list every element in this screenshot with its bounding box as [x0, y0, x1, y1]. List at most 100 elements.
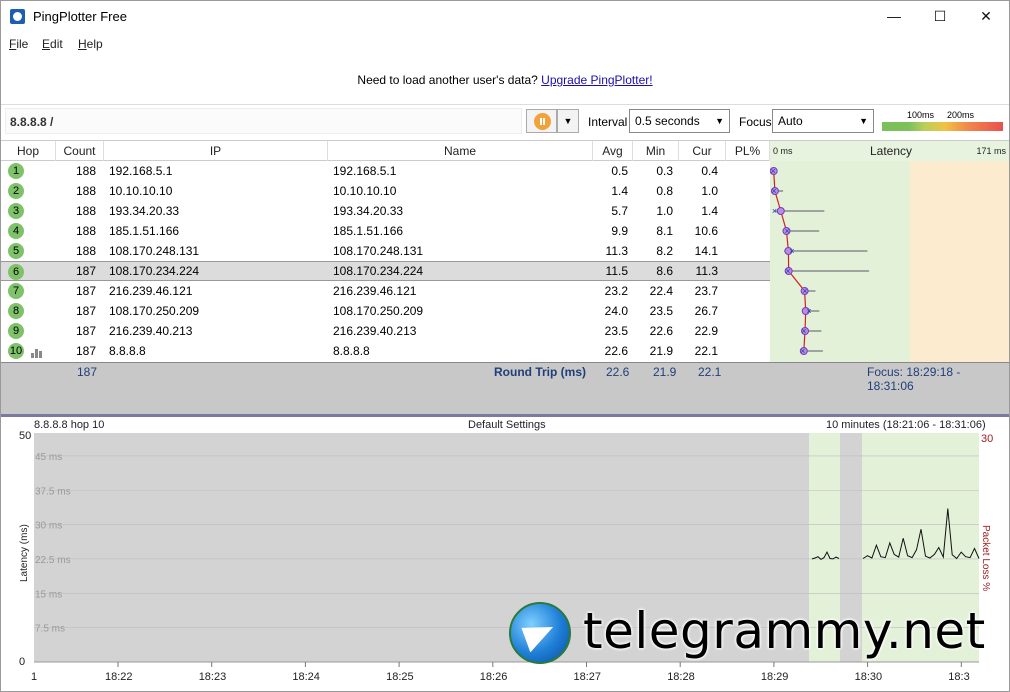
- cell-pl: [726, 161, 765, 181]
- cell-count: 187: [75, 344, 96, 358]
- table-row[interactable]: 7 187 216.239.46.121 216.239.46.121 23.2 22.4…: [1, 281, 770, 301]
- summary-avg: 22.6: [606, 365, 630, 379]
- cell-ip: 216.239.46.121: [109, 284, 193, 298]
- table-row[interactable]: 9 187 216.239.40.213 216.239.40.213 23.5 22.6…: [1, 321, 770, 341]
- cell-ip: 8.8.8.8: [109, 344, 146, 358]
- cell-avg: 9.9: [611, 224, 628, 238]
- cell-pl: [726, 262, 765, 282]
- latency-mini-graph: ××××××××××: [770, 161, 1009, 362]
- latency-color-scale: [882, 122, 1003, 131]
- cell-min: 1.0: [656, 204, 673, 218]
- chevron-down-icon: ▼: [715, 116, 724, 126]
- chevron-down-icon: ▼: [859, 116, 868, 126]
- window-title: PingPlotter Free: [33, 9, 127, 24]
- latency-cur-mark: ×: [784, 226, 789, 236]
- col-name[interactable]: Name: [328, 141, 593, 161]
- table-row[interactable]: 5 188 108.170.248.131 108.170.248.131 11.3 8.…: [1, 241, 770, 261]
- cell-avg: 11.3: [605, 244, 628, 258]
- table-row[interactable]: 3 188 193.34.20.33 193.34.20.33 5.7 1.0 1.4: [1, 201, 770, 221]
- close-button[interactable]: ✕: [963, 1, 1009, 32]
- focus-value: Auto: [778, 114, 803, 128]
- upgrade-banner: Need to load another user's data? Upgrad…: [1, 65, 1009, 95]
- col-cur[interactable]: Cur: [679, 141, 726, 161]
- interval-value: 0.5 seconds: [635, 114, 700, 128]
- cell-cur: 11.3: [695, 264, 718, 278]
- cell-ip: 10.10.10.10: [109, 184, 173, 198]
- hop-number-badge: 10: [8, 343, 24, 359]
- table-row[interactable]: 2 188 10.10.10.10 10.10.10.10 1.4 0.8 1.0: [1, 181, 770, 201]
- cell-count: 188: [75, 224, 96, 238]
- cell-ip: 108.170.248.131: [109, 244, 200, 258]
- latency-cur-mark: ×: [800, 346, 805, 356]
- cell-ip: 192.168.5.1: [109, 164, 173, 178]
- table-row[interactable]: 6 187 108.170.234.224 108.170.234.224 11.5 8.…: [1, 261, 770, 281]
- col-ip[interactable]: IP: [104, 141, 328, 161]
- focus-select[interactable]: Auto ▼: [772, 109, 874, 133]
- y-grid-label: 15 ms: [35, 589, 62, 600]
- graph-range-label: 10 minutes (18:21:06 - 18:31:06): [826, 419, 986, 431]
- menu-edit[interactable]: Edit: [42, 37, 63, 51]
- table-row[interactable]: 10 187 8.8.8.8 8.8.8.8 22.6 21.9 22.1: [1, 341, 770, 361]
- bar-chart-icon[interactable]: [31, 348, 43, 358]
- maximize-button[interactable]: ☐: [917, 1, 963, 32]
- watermark-text: telegrammy.net: [583, 602, 986, 660]
- focus-label: Focus: [739, 115, 772, 129]
- col-min[interactable]: Min: [633, 141, 679, 161]
- y-axis-top: 50: [19, 430, 31, 442]
- latency-cur-mark: ×: [771, 186, 776, 196]
- latency-cur-mark: ×: [802, 286, 807, 296]
- col-avg[interactable]: Avg: [593, 141, 633, 161]
- hop-number-badge: 7: [8, 283, 24, 299]
- cell-name: 216.239.40.213: [333, 324, 417, 338]
- latency-cur-mark: ×: [806, 306, 811, 316]
- col-hop[interactable]: Hop: [1, 141, 56, 161]
- cell-name: 193.34.20.33: [333, 204, 404, 218]
- cell-min: 21.9: [649, 344, 673, 358]
- cell-min: 8.1: [656, 224, 673, 238]
- y-grid-label: 45 ms: [35, 452, 62, 463]
- latency-cur-mark: ×: [801, 326, 806, 336]
- upgrade-link[interactable]: Upgrade PingPlotter!: [541, 73, 652, 87]
- hop-number-badge: 4: [8, 223, 24, 239]
- y-grid-label: 30 ms: [35, 521, 62, 532]
- menu-file[interactable]: File: [9, 37, 28, 51]
- col-pl[interactable]: PL%: [726, 141, 770, 161]
- x-tick-label: 18:30: [855, 671, 883, 683]
- y2-axis-top: 30: [981, 433, 993, 445]
- pause-button[interactable]: [526, 109, 557, 133]
- col-count[interactable]: Count: [56, 141, 104, 161]
- interval-select[interactable]: 0.5 seconds ▼: [629, 109, 730, 133]
- cell-min: 22.6: [649, 324, 673, 338]
- y-axis-label: Latency (ms): [19, 524, 30, 582]
- table-row[interactable]: 8 187 108.170.250.209 108.170.250.209 24.0 23…: [1, 301, 770, 321]
- target-field[interactable]: 8.8.8.8 /: [5, 108, 522, 134]
- summary-focus: Focus: 18:29:18 - 18:31:06: [867, 365, 961, 393]
- cell-name: 192.168.5.1: [333, 164, 397, 178]
- menu-help[interactable]: Help: [78, 37, 103, 51]
- x-start-label: 1: [31, 671, 37, 683]
- y-axis-bottom: 0: [19, 656, 25, 668]
- pause-dropdown-button[interactable]: ▼: [557, 109, 579, 133]
- latency-cur-mark: ×: [785, 266, 790, 276]
- table-row[interactable]: 1 188 192.168.5.1 192.168.5.1 0.5 0.3 0.4: [1, 161, 770, 181]
- cell-avg: 1.4: [611, 184, 628, 198]
- cell-min: 8.6: [656, 264, 673, 278]
- cell-count: 188: [75, 244, 96, 258]
- cell-min: 22.4: [649, 284, 673, 298]
- cell-pl: [726, 201, 765, 221]
- x-tick-label: 18:26: [480, 671, 508, 683]
- app-window: PingPlotter Free — ☐ ✕ File Edit Help Ne…: [0, 0, 1010, 692]
- hop-number-badge: 8: [8, 303, 24, 319]
- summary-count: 187: [77, 365, 98, 379]
- summary-label: Round Trip (ms): [494, 365, 586, 379]
- cell-name: 8.8.8.8: [333, 344, 370, 358]
- table-row[interactable]: 4 188 185.1.51.166 185.1.51.166 9.9 8.1 10.6: [1, 221, 770, 241]
- cell-count: 187: [75, 324, 96, 338]
- cell-min: 8.2: [656, 244, 673, 258]
- summary-bar: 187 Round Trip (ms) 22.6 21.9 22.1 Focus…: [1, 362, 1009, 414]
- x-tick-label: 18:3: [948, 671, 969, 683]
- latency-cur-mark: ×: [772, 206, 777, 216]
- cell-avg: 0.5: [611, 164, 628, 178]
- minimize-button[interactable]: —: [871, 1, 917, 32]
- cell-pl: [726, 281, 765, 301]
